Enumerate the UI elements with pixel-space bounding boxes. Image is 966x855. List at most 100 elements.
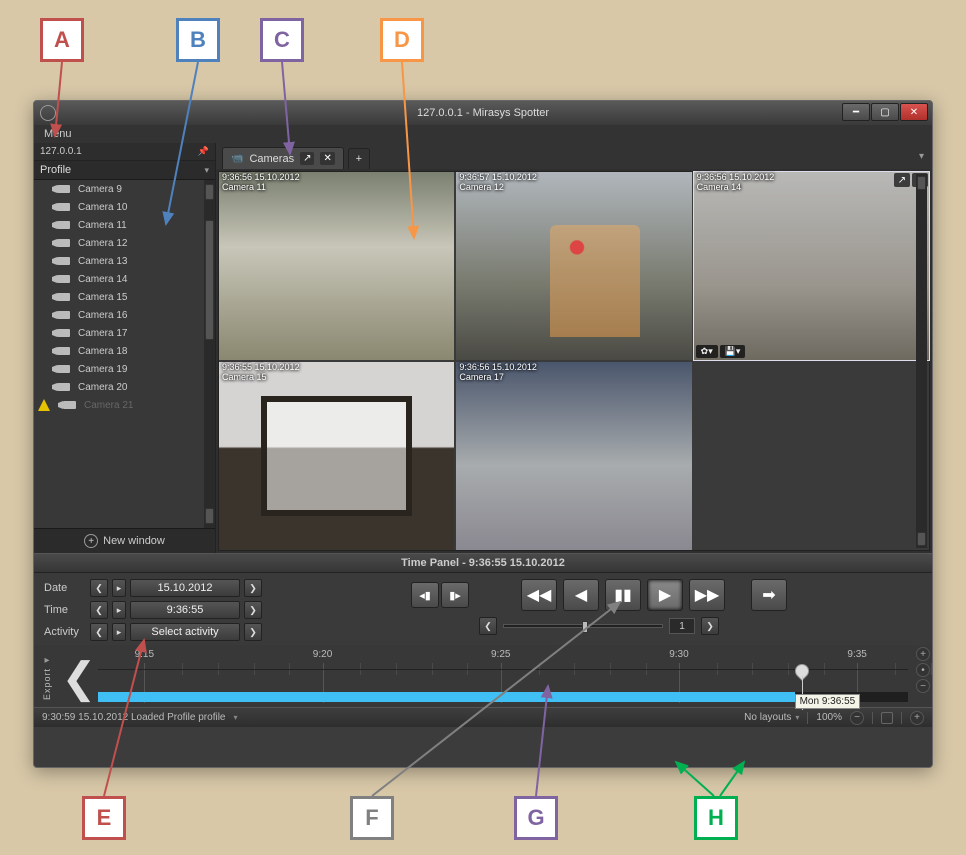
rewind-button[interactable]: ◀◀ <box>521 579 557 611</box>
camera-item[interactable]: Camera 16 <box>34 306 203 324</box>
server-header[interactable]: 127.0.0.1 📌 <box>34 143 215 161</box>
scroll-down-button[interactable] <box>917 532 926 546</box>
timeline-tick: 9:20 <box>313 649 332 660</box>
video-cam-name: Camera 11 <box>222 182 266 192</box>
timeline-track[interactable]: 9:159:209:259:309:35 Mon 9:36:55 <box>98 649 908 705</box>
time-prev-button[interactable]: ❮ <box>90 601 108 619</box>
new-tab-button[interactable]: + <box>348 148 370 169</box>
video-cam-name: Camera 12 <box>459 182 504 192</box>
scroll-up-button[interactable] <box>205 184 214 200</box>
time-next-button[interactable]: ❯ <box>244 601 262 619</box>
video-cell[interactable]: 9:36:56 15.10.2012Camera 17 <box>456 362 691 550</box>
video-cam-name: Camera 14 <box>697 182 742 192</box>
timeline-zoom-out-button[interactable]: − <box>916 679 930 693</box>
camera-item[interactable]: Camera 20 <box>34 378 203 396</box>
camera-icon <box>52 183 72 195</box>
tab-cameras[interactable]: 📹 Cameras ↗ ✕ <box>222 147 344 169</box>
menu-button[interactable]: Menu <box>34 128 82 140</box>
time-step-button[interactable]: ▸ <box>112 601 126 619</box>
export-expand-icon[interactable]: ▸ <box>44 655 49 666</box>
activity-prev-button[interactable]: ❮ <box>90 623 108 641</box>
date-prev-button[interactable]: ❮ <box>90 579 108 597</box>
pause-button[interactable]: ▮▮ <box>605 579 641 611</box>
timeline-back-button[interactable]: ❮ <box>60 649 98 705</box>
export-label: Export <box>42 668 52 700</box>
popout-icon[interactable]: ↗ <box>300 152 314 165</box>
camera-item[interactable]: Camera 19 <box>34 360 203 378</box>
camera-item[interactable]: Camera 21 <box>34 396 203 414</box>
camera-icon <box>58 399 78 411</box>
camera-item[interactable]: Camera 11 <box>34 216 203 234</box>
date-step-button[interactable]: ▸ <box>112 579 126 597</box>
zoom-out-button[interactable]: − <box>850 711 864 725</box>
label-a: A <box>40 18 84 62</box>
profile-dropdown[interactable]: Profile ▾ <box>34 161 215 180</box>
camera-item[interactable]: Camera 17 <box>34 324 203 342</box>
sidebar-scrollbar[interactable] <box>204 180 215 528</box>
tabs-overflow-icon[interactable]: ▾ <box>919 151 932 162</box>
frame-forward-button[interactable]: ▮▸ <box>441 582 469 608</box>
scroll-up-button[interactable] <box>917 176 926 190</box>
speed-down-button[interactable]: ❮ <box>479 617 497 635</box>
zoom-control[interactable]: 100% <box>816 712 842 723</box>
new-window-button[interactable]: + New window <box>34 528 215 553</box>
activity-label: Activity <box>44 626 86 638</box>
titlebar[interactable]: 127.0.0.1 - Mirasys Spotter ━ ▢ ✕ <box>34 101 932 125</box>
video-cell-empty[interactable] <box>694 362 929 550</box>
jump-end-button[interactable]: ➡ <box>751 579 787 611</box>
minimize-button[interactable]: ━ <box>842 103 870 121</box>
video-cam-name: Camera 17 <box>459 372 504 382</box>
timeline-zoom-reset-button[interactable]: • <box>916 663 930 677</box>
grid-scrollbar[interactable] <box>916 174 927 548</box>
window-title: 127.0.0.1 - Mirasys Spotter <box>417 107 549 119</box>
time-panel: Time Panel - 9:36:55 15.10.2012 Date ❮ ▸… <box>34 553 932 645</box>
timeline-tick: 9:35 <box>847 649 866 660</box>
activity-step-button[interactable]: ▸ <box>112 623 126 641</box>
fast-forward-button[interactable]: ▶▶ <box>689 579 725 611</box>
camera-item[interactable]: Camera 13 <box>34 252 203 270</box>
camera-icon <box>52 255 72 267</box>
camera-item[interactable]: Camera 12 <box>34 234 203 252</box>
slider-knob[interactable] <box>582 621 588 633</box>
save-icon[interactable]: 💾▾ <box>720 345 746 358</box>
close-tab-icon[interactable]: ✕ <box>320 152 334 165</box>
video-cell[interactable]: 9:36:56 15.10.2012Camera 11 <box>219 172 454 360</box>
status-bar: 9:30:59 15.10.2012 Loaded Profile profil… <box>34 707 932 727</box>
activity-next-button[interactable]: ❯ <box>244 623 262 641</box>
speed-up-button[interactable]: ❯ <box>701 617 719 635</box>
camera-item[interactable]: Camera 9 <box>34 180 203 198</box>
maximize-button[interactable]: ▢ <box>871 103 899 121</box>
date-next-button[interactable]: ❯ <box>244 579 262 597</box>
app-logo-icon <box>40 105 56 121</box>
trash-icon[interactable] <box>881 712 893 724</box>
camera-item[interactable]: Camera 10 <box>34 198 203 216</box>
speed-slider[interactable] <box>503 624 663 628</box>
video-cell[interactable]: 9:36:57 15.10.2012Camera 12 <box>456 172 691 360</box>
camera-icon <box>52 345 72 357</box>
zoom-in-button[interactable]: + <box>910 711 924 725</box>
video-cell[interactable]: 9:36:55 15.10.2012Camera 15 <box>219 362 454 550</box>
timeline-zoom-in-button[interactable]: + <box>916 647 930 661</box>
camera-item[interactable]: Camera 15 <box>34 288 203 306</box>
export-panel[interactable]: ▸ Export <box>34 649 60 705</box>
scroll-thumb[interactable] <box>205 220 214 340</box>
video-cell-active[interactable]: 9:36:56 15.10.2012Camera 14 ↗ ✕ ✿▾ 💾▾ <box>694 172 929 360</box>
close-button[interactable]: ✕ <box>900 103 928 121</box>
play-back-button[interactable]: ◀ <box>563 579 599 611</box>
settings-icon[interactable]: ✿▾ <box>696 345 718 358</box>
frame-back-button[interactable]: ◂▮ <box>411 582 439 608</box>
popout-icon[interactable]: ↗ <box>894 173 910 187</box>
plus-icon: + <box>356 153 362 165</box>
plus-icon: + <box>84 534 98 548</box>
time-value[interactable]: 9:36:55 <box>130 601 240 619</box>
camera-item[interactable]: Camera 14 <box>34 270 203 288</box>
scroll-down-button[interactable] <box>205 508 214 524</box>
layouts-dropdown[interactable]: No layouts ▾ <box>744 712 799 723</box>
date-value[interactable]: 15.10.2012 <box>130 579 240 597</box>
timeline-cursor[interactable] <box>795 664 811 678</box>
play-button[interactable]: ▶ <box>647 579 683 611</box>
pin-icon[interactable]: 📌 <box>198 146 209 157</box>
camera-item[interactable]: Camera 18 <box>34 342 203 360</box>
date-label: Date <box>44 582 86 594</box>
activity-value[interactable]: Select activity <box>130 623 240 641</box>
